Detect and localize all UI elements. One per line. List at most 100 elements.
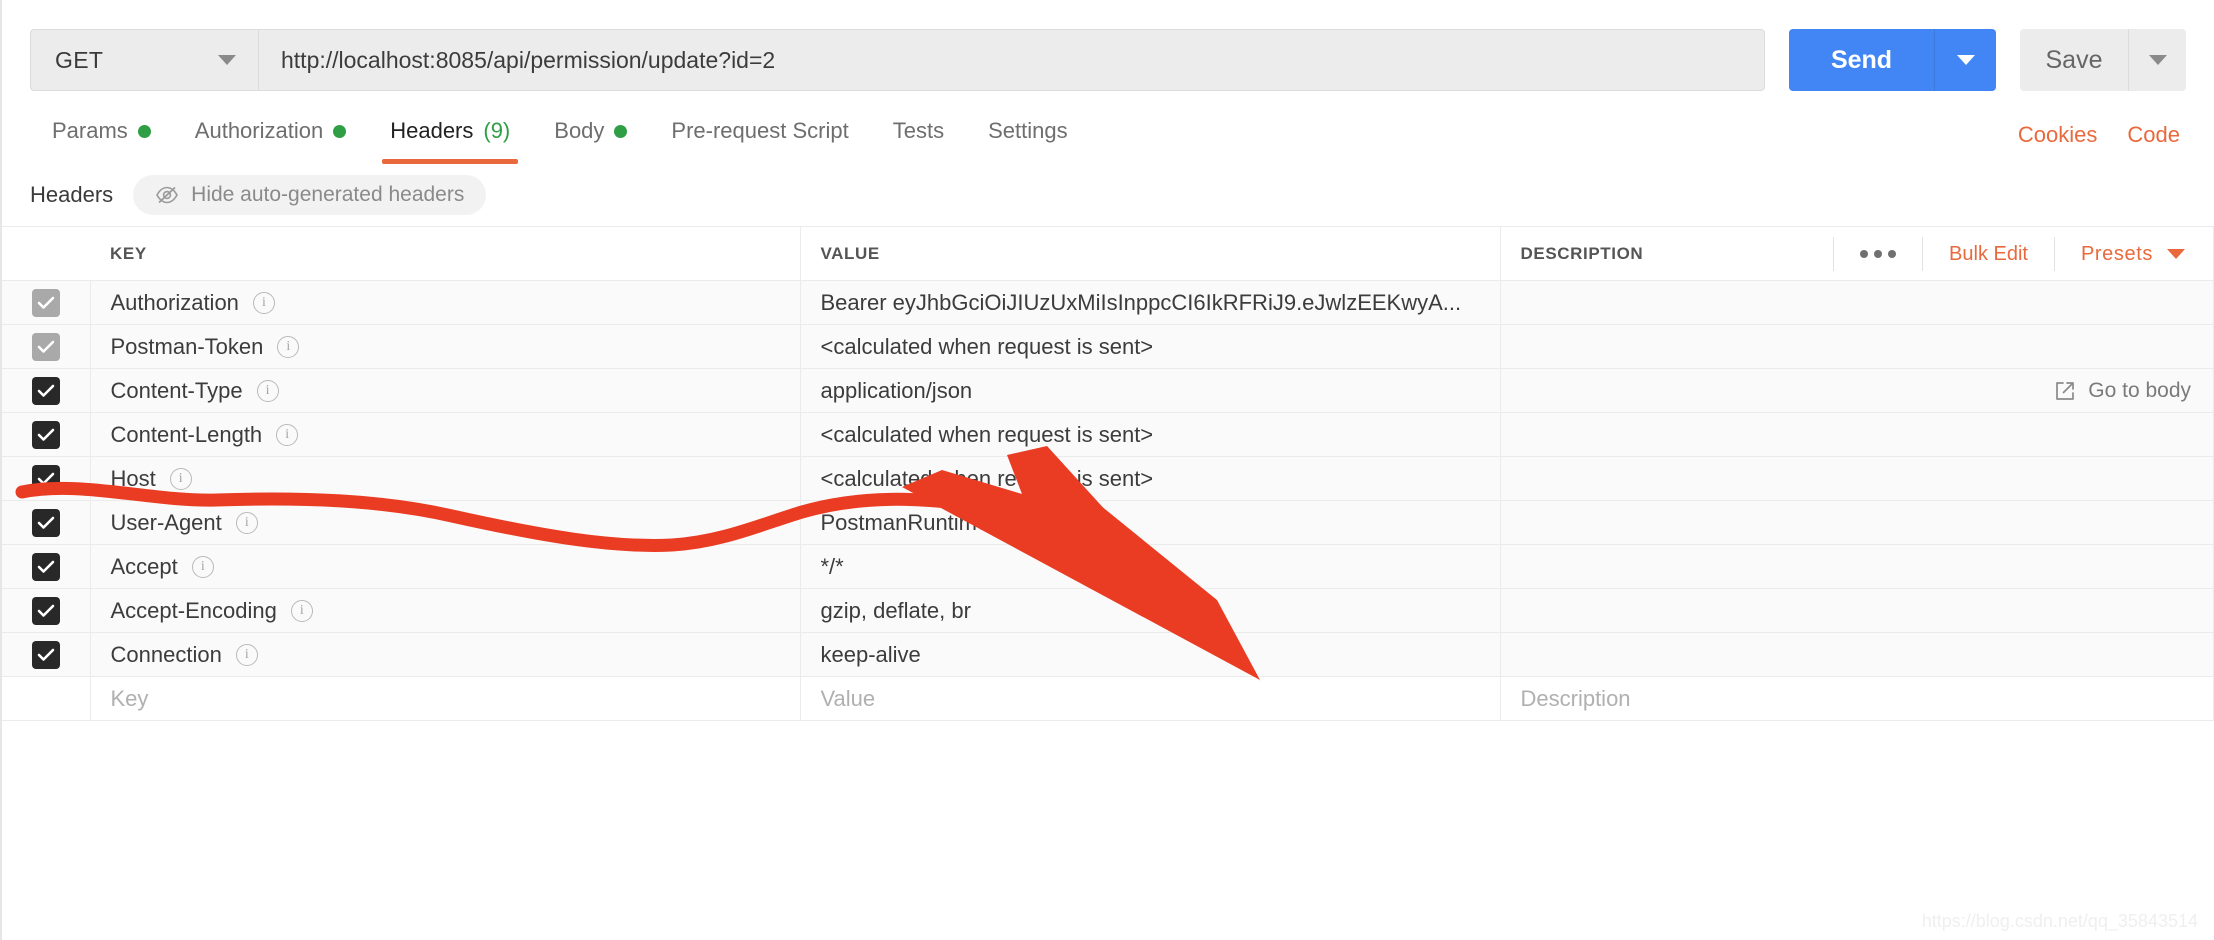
table-row: User-Agent i PostmanRuntime/7.26.8 [2, 501, 2214, 545]
new-description-cell[interactable]: Description [1500, 677, 2214, 721]
row-checkbox[interactable] [32, 333, 60, 361]
new-key-cell[interactable]: Key [90, 677, 800, 721]
row-checkbox[interactable] [32, 597, 60, 625]
cookies-link[interactable]: Cookies [2018, 122, 2097, 148]
table-row: Host i <calculated when request is sent> [2, 457, 2214, 501]
row-value-cell[interactable]: PostmanRuntime/7.26.8 [800, 501, 1500, 545]
row-description-cell[interactable] [1500, 281, 2214, 325]
http-method-select[interactable]: GET [30, 29, 258, 91]
info-icon[interactable]: i [277, 336, 299, 358]
headers-table: KEY VALUE DESCRIPTION Bulk Edit Presets [2, 226, 2214, 721]
tab-tests[interactable]: Tests [871, 98, 966, 164]
header-key: Postman-Token [111, 334, 264, 360]
row-key-cell[interactable]: Accept-Encoding i [90, 589, 800, 633]
row-key-cell[interactable]: User-Agent i [90, 501, 800, 545]
row-checkbox[interactable] [32, 377, 60, 405]
info-icon[interactable]: i [236, 644, 258, 666]
row-description-cell[interactable] [1500, 501, 2214, 545]
column-header-value: VALUE [800, 227, 1500, 281]
header-key: Content-Type [111, 378, 243, 404]
row-value-cell[interactable]: keep-alive [800, 633, 1500, 677]
row-key-cell[interactable]: Host i [90, 457, 800, 501]
row-description-cell[interactable] [1500, 633, 2214, 677]
eye-slash-icon [155, 186, 179, 204]
row-value-cell[interactable]: <calculated when request is sent> [800, 413, 1500, 457]
go-to-body-link[interactable]: Go to body [2054, 379, 2191, 403]
tab-settings[interactable]: Settings [966, 98, 1090, 164]
row-description-cell[interactable] [1500, 413, 2214, 457]
presets-button[interactable]: Presets [2054, 237, 2191, 271]
send-button[interactable]: Send [1789, 29, 1934, 91]
tab-headers[interactable]: Headers (9) [368, 98, 532, 164]
row-key-cell[interactable]: Authorization i [90, 281, 800, 325]
row-description-cell[interactable] [1500, 589, 2214, 633]
info-icon[interactable]: i [253, 292, 275, 314]
row-checkbox-cell [2, 677, 90, 721]
status-dot-icon [333, 125, 346, 138]
column-header-checkbox [2, 227, 90, 281]
header-key: Connection [111, 642, 222, 668]
row-checkbox[interactable] [32, 289, 60, 317]
row-checkbox[interactable] [32, 509, 60, 537]
row-value-cell[interactable]: <calculated when request is sent> [800, 457, 1500, 501]
status-dot-icon [614, 125, 627, 138]
info-icon[interactable]: i [192, 556, 214, 578]
row-description-cell[interactable] [1500, 545, 2214, 589]
row-checkbox-cell [2, 633, 90, 677]
info-icon[interactable]: i [236, 512, 258, 534]
new-value-cell[interactable]: Value [800, 677, 1500, 721]
row-description-cell[interactable] [1500, 457, 2214, 501]
row-description-cell[interactable]: Go to body [1500, 369, 2214, 413]
row-checkbox-cell [2, 413, 90, 457]
tab-body[interactable]: Body [532, 98, 649, 164]
chevron-down-icon [218, 55, 236, 65]
chevron-down-icon [1957, 55, 1975, 65]
info-icon[interactable]: i [291, 600, 313, 622]
column-header-key: KEY [90, 227, 800, 281]
row-checkbox-cell [2, 325, 90, 369]
info-icon[interactable]: i [276, 424, 298, 446]
row-description-cell[interactable] [1500, 325, 2214, 369]
headers-table-body: Authorization i Bearer eyJhbGciOiJIUzUxM… [2, 281, 2214, 721]
tab-authorization[interactable]: Authorization [173, 98, 368, 164]
tab-params[interactable]: Params [30, 98, 173, 164]
header-key: Accept [111, 554, 178, 580]
hide-auto-generated-headers-toggle[interactable]: Hide auto-generated headers [133, 175, 486, 215]
bulk-edit-button[interactable]: Bulk Edit [1922, 237, 2054, 271]
watermark-text: https://blog.csdn.net/qq_35843514 [1922, 911, 2198, 932]
go-to-body-label: Go to body [2088, 379, 2191, 403]
row-value-cell[interactable]: application/json [800, 369, 1500, 413]
row-checkbox[interactable] [32, 553, 60, 581]
save-button[interactable]: Save [2020, 29, 2128, 91]
table-row: Accept i */* [2, 545, 2214, 589]
row-value-cell[interactable]: <calculated when request is sent> [800, 325, 1500, 369]
info-icon[interactable]: i [257, 380, 279, 402]
tab-label: Tests [893, 118, 944, 144]
info-icon[interactable]: i [170, 468, 192, 490]
tab-label: Authorization [195, 118, 323, 144]
tab-label: Settings [988, 118, 1068, 144]
url-input[interactable] [258, 29, 1765, 91]
more-options-icon[interactable] [1833, 237, 1922, 271]
column-header-description-label: DESCRIPTION [1521, 244, 1644, 264]
table-row: Authorization i Bearer eyJhbGciOiJIUzUxM… [2, 281, 2214, 325]
row-key-cell[interactable]: Content-Length i [90, 413, 800, 457]
code-link[interactable]: Code [2127, 122, 2180, 148]
headers-section-title: Headers [30, 182, 113, 208]
row-checkbox-cell [2, 589, 90, 633]
tab-pre-request-script[interactable]: Pre-request Script [649, 98, 870, 164]
send-options-button[interactable] [1934, 29, 1996, 91]
row-value-cell[interactable]: Bearer eyJhbGciOiJIUzUxMiIsInppcCI6IkRFR… [800, 281, 1500, 325]
row-value-cell[interactable]: gzip, deflate, br [800, 589, 1500, 633]
row-key-cell[interactable]: Accept i [90, 545, 800, 589]
row-key-cell[interactable]: Content-Type i [90, 369, 800, 413]
row-key-cell[interactable]: Postman-Token i [90, 325, 800, 369]
save-options-button[interactable] [2128, 29, 2186, 91]
row-checkbox[interactable] [32, 421, 60, 449]
row-checkbox-cell [2, 457, 90, 501]
header-value: gzip, deflate, br [821, 598, 1481, 624]
row-checkbox[interactable] [32, 641, 60, 669]
row-key-cell[interactable]: Connection i [90, 633, 800, 677]
row-value-cell[interactable]: */* [800, 545, 1500, 589]
row-checkbox[interactable] [32, 465, 60, 493]
